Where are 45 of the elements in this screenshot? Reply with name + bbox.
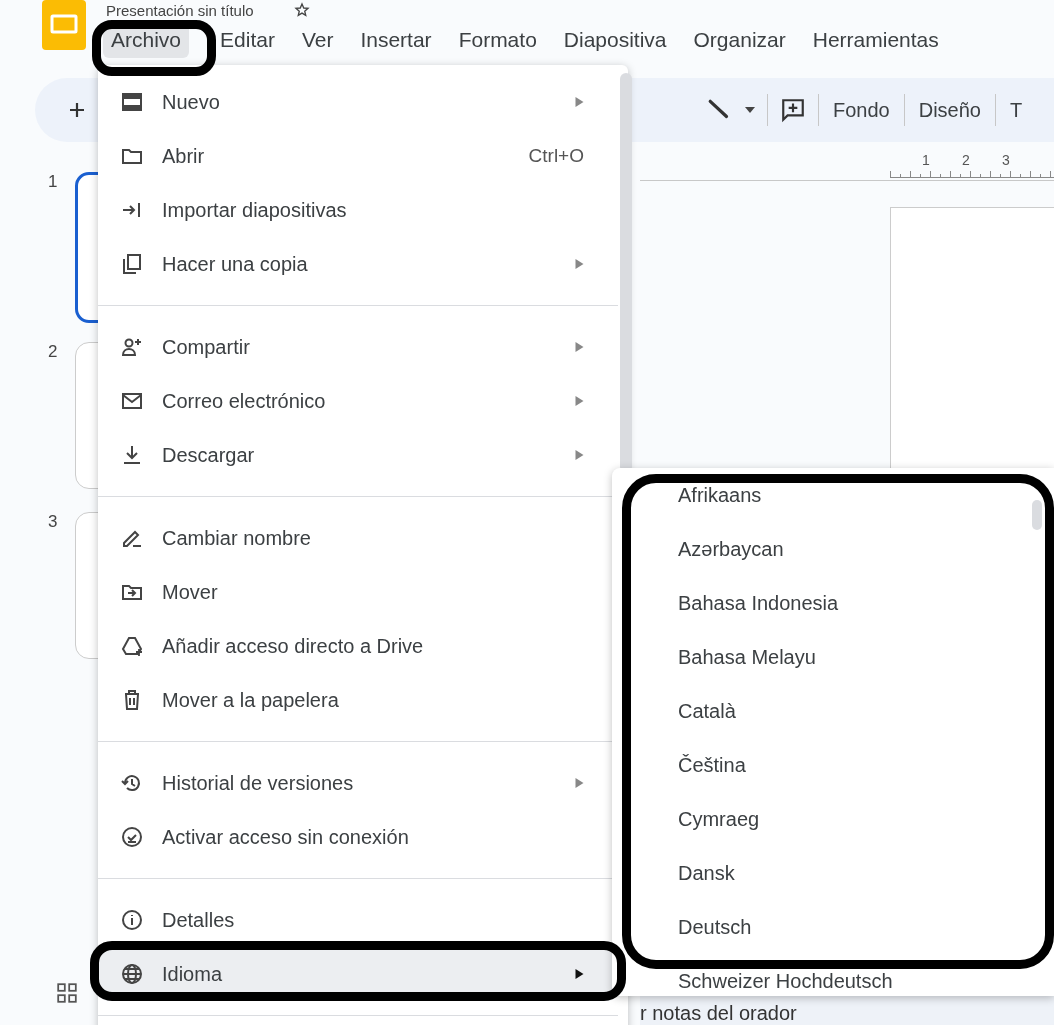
menu-bar-item[interactable]: Organizar xyxy=(685,22,794,58)
menu-item[interactable]: Hacer una copia xyxy=(98,237,618,291)
menu-bar-item[interactable]: Diapositiva xyxy=(555,22,675,58)
menu-item[interactable]: Compartir xyxy=(98,320,618,374)
toolbar-button[interactable]: Fondo xyxy=(831,94,892,126)
menu-item[interactable]: Mover xyxy=(98,565,618,619)
menu-item[interactable]: Abrir Ctrl+O xyxy=(98,129,618,183)
menu-item[interactable]: Cambiar nombre xyxy=(98,511,618,565)
menu-item[interactable]: Importar diapositivas xyxy=(98,183,618,237)
menu-item[interactable]: Nuevo xyxy=(98,75,618,129)
window-icon xyxy=(120,90,144,114)
slide-number: 2 xyxy=(48,342,58,363)
menu-item[interactable]: Añadir acceso directo a Drive xyxy=(98,619,618,673)
star-icon[interactable] xyxy=(293,2,310,18)
menu-bar-item[interactable]: Ver xyxy=(293,22,342,58)
menu-bar-item[interactable]: Formato xyxy=(450,22,545,58)
globe-icon xyxy=(120,962,144,986)
toolbar-button[interactable]: T xyxy=(1008,94,1025,126)
menu-item[interactable]: Historial de versiones xyxy=(98,756,618,810)
toolbar-button[interactable]: Diseño xyxy=(916,94,983,126)
slide-number: 1 xyxy=(48,172,58,193)
grid-view-icon[interactable] xyxy=(56,982,78,1004)
ruler-number: 3 xyxy=(1002,152,1011,168)
slide-number: 3 xyxy=(48,512,58,533)
drive-add-icon xyxy=(120,634,144,658)
info-icon xyxy=(120,908,144,932)
menu-item[interactable]: Descargar xyxy=(98,428,618,482)
menu-item[interactable]: Correo electrónico xyxy=(98,374,618,428)
add-comment-icon[interactable] xyxy=(780,97,806,123)
copy-icon xyxy=(120,252,144,276)
menu-bar-item[interactable]: Insertar xyxy=(352,22,440,58)
ruler-number: 1 xyxy=(922,152,931,168)
scrollbar-thumb[interactable] xyxy=(1032,500,1042,530)
caret-icon[interactable] xyxy=(745,107,755,113)
menu-item[interactable]: Mover a la papelera xyxy=(98,673,618,727)
menu-bar-item[interactable]: Herramientas xyxy=(804,22,947,58)
menu-item[interactable]: Activar acceso sin conexión xyxy=(98,810,618,864)
document-title[interactable]: Presentación sin título xyxy=(106,1,254,19)
menu-bar-item[interactable]: Editar xyxy=(212,22,283,58)
menu-item[interactable]: Detalles xyxy=(98,893,618,947)
add-icon[interactable] xyxy=(67,100,87,120)
shortcut-text: Ctrl+O xyxy=(528,145,584,167)
speaker-notes-placeholder[interactable]: r notas del orador xyxy=(640,1002,797,1025)
ruler-number: 2 xyxy=(962,152,971,168)
offline-check-icon xyxy=(120,825,144,849)
